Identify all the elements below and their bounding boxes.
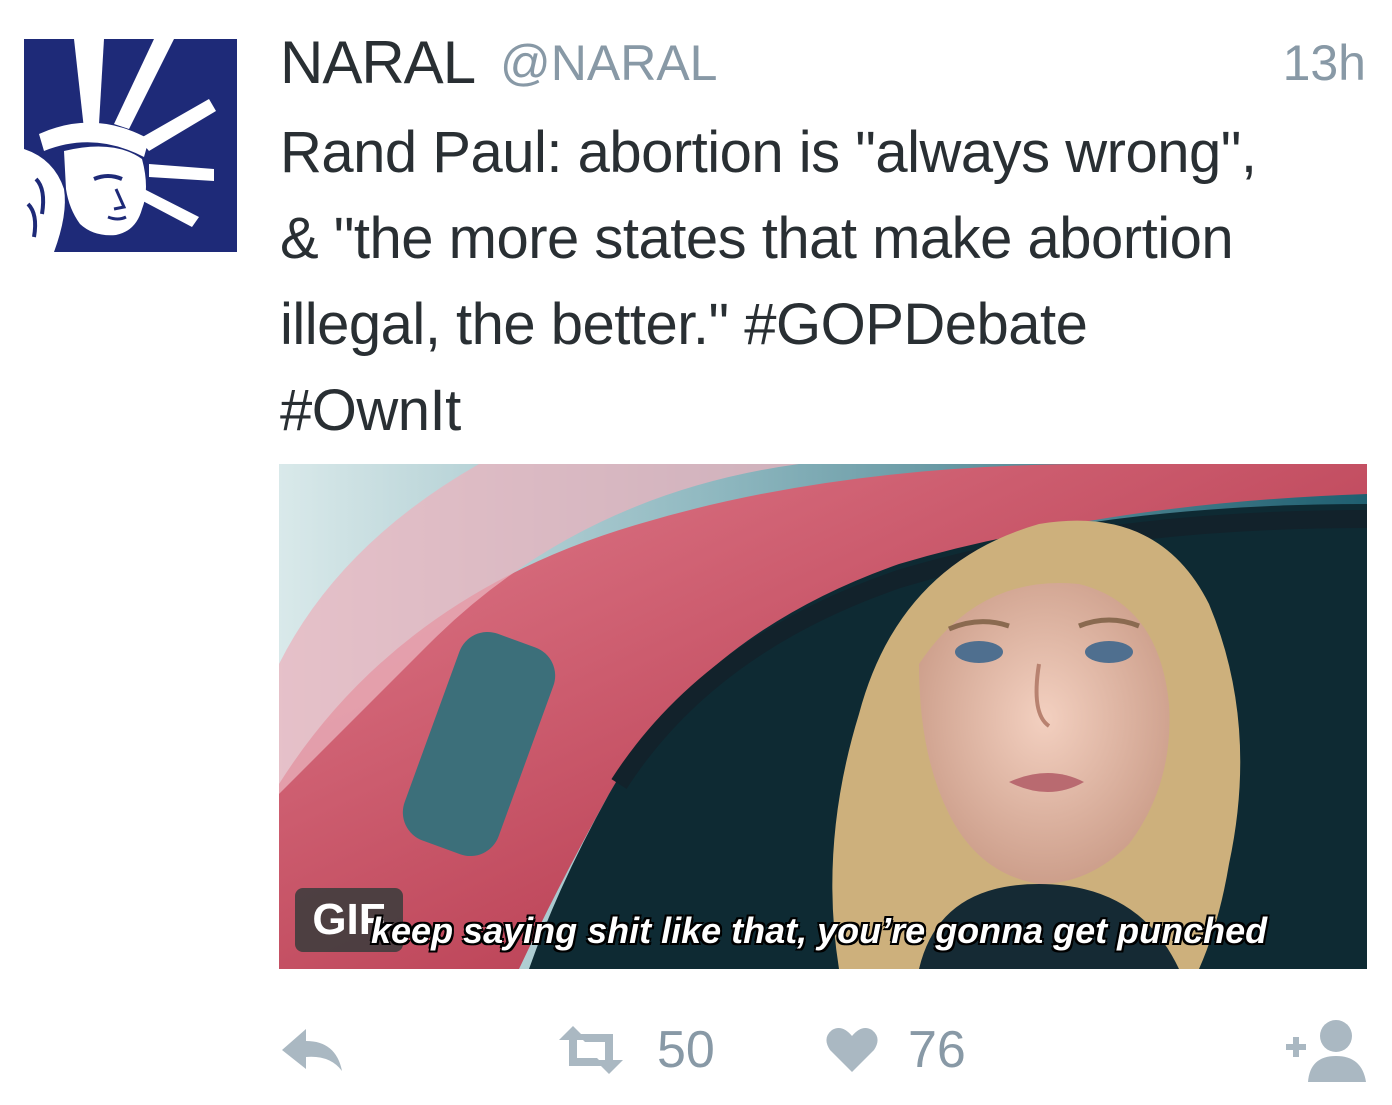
- timestamp[interactable]: 13h: [1283, 34, 1366, 92]
- tweet-actions: 50 76: [0, 1010, 1392, 1090]
- tweet-text-line: & "the more states that make abortion: [280, 206, 1234, 271]
- like-button[interactable]: 76: [826, 1010, 966, 1090]
- like-count: 76: [908, 1021, 966, 1079]
- avatar[interactable]: [24, 39, 237, 252]
- follow-user-icon: [1286, 1020, 1366, 1082]
- author-handle[interactable]: @NARAL: [500, 34, 717, 92]
- author-name[interactable]: NARAL: [280, 28, 476, 97]
- tweet-text-line: Rand Paul: abortion is "always wrong",: [280, 120, 1257, 185]
- tweet-card: NARAL @NARAL 13h Rand Paul: abortion is …: [0, 0, 1392, 1105]
- reply-button[interactable]: [280, 1010, 344, 1090]
- tweet-text: Rand Paul: abortion is "always wrong", &…: [280, 110, 1380, 454]
- retweet-icon: [559, 1026, 623, 1074]
- gif-media[interactable]: GIF keep saying shit like that, you’re g…: [279, 464, 1367, 969]
- tweet-text-line: illegal, the better." #GOPDebate: [280, 292, 1088, 357]
- follow-button[interactable]: [1284, 1010, 1368, 1090]
- retweet-button[interactable]: 50: [555, 1010, 715, 1090]
- retweet-count: 50: [657, 1021, 715, 1079]
- gif-frame-image: [279, 464, 1367, 969]
- heart-icon: [826, 1028, 878, 1072]
- gif-caption: keep saying shit like that, you’re gonna…: [371, 910, 1268, 951]
- reply-icon: [282, 1029, 342, 1071]
- tweet-text-line: #OwnIt: [280, 378, 461, 443]
- statue-of-liberty-logo: [24, 39, 237, 252]
- tweet-header: NARAL @NARAL 13h: [280, 28, 1370, 98]
